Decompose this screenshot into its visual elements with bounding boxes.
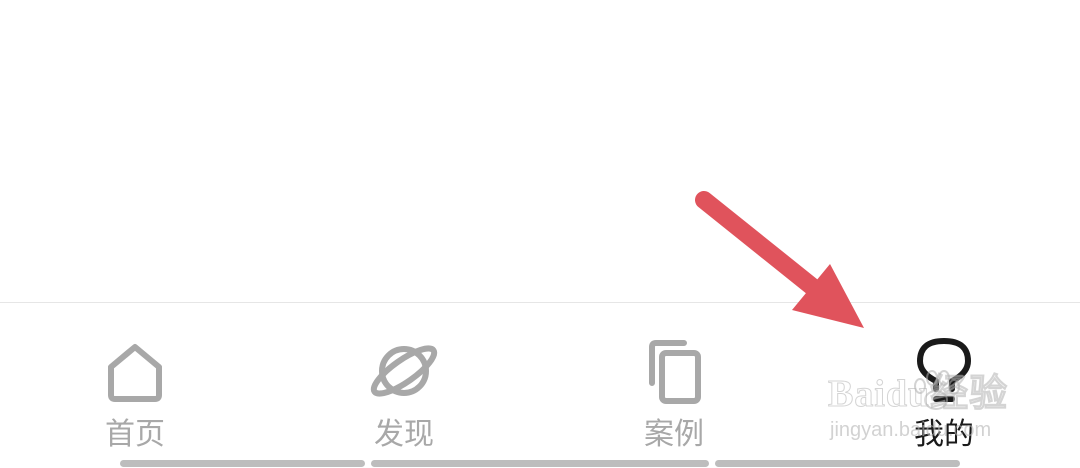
tab-home[interactable]: 首页	[35, 303, 235, 463]
tab-home-label: 首页	[105, 417, 165, 452]
bottom-tab-bar: 首页 发现 案例 我的	[0, 302, 1080, 468]
copy-icon	[638, 335, 710, 407]
home-icon	[99, 335, 171, 407]
content-area	[0, 0, 1080, 302]
tab-mine[interactable]: 我的	[844, 303, 1044, 463]
home-indicator-segment	[120, 460, 365, 467]
home-indicator-segment	[371, 460, 709, 467]
tab-discover[interactable]: 发现	[304, 303, 504, 463]
planet-icon	[368, 335, 440, 407]
lightbulb-icon	[908, 335, 980, 407]
tab-cases[interactable]: 案例	[574, 303, 774, 463]
home-indicator-segment	[715, 460, 960, 467]
tab-mine-label: 我的	[914, 417, 974, 452]
tab-cases-label: 案例	[644, 417, 704, 452]
tab-discover-label: 发现	[374, 417, 434, 452]
